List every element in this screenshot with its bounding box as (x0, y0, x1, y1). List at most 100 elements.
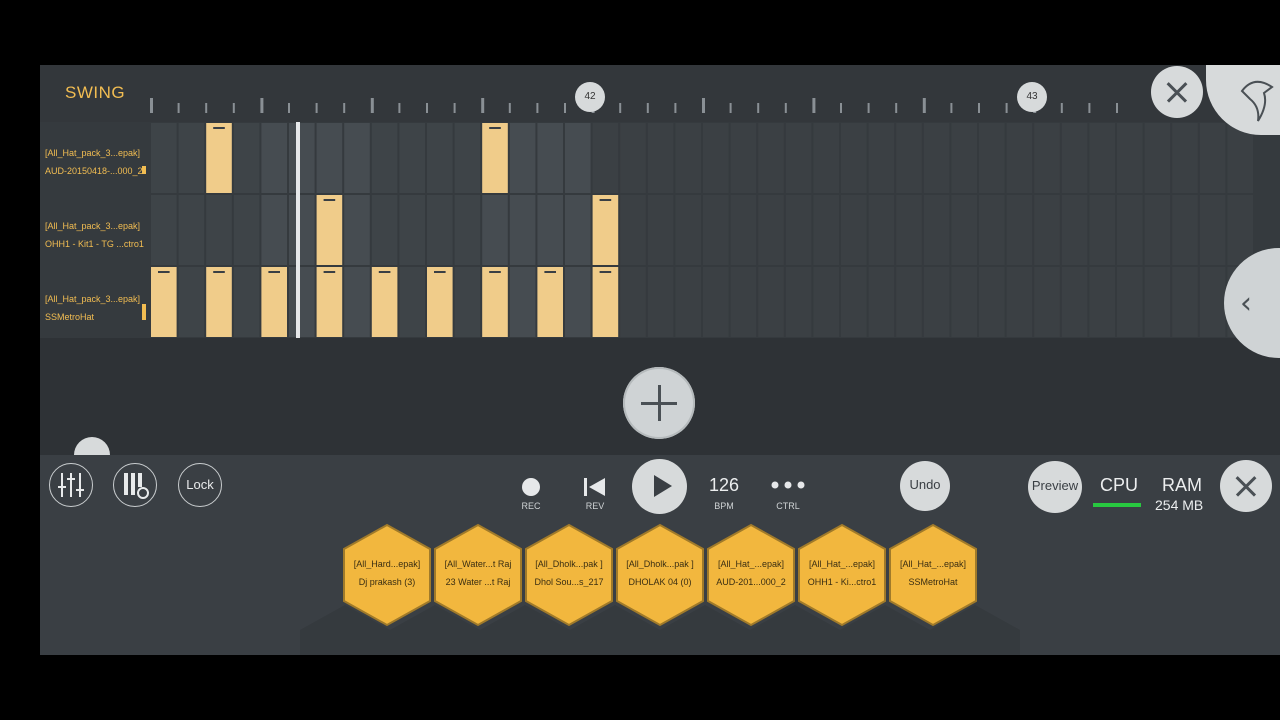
step-cell (675, 267, 701, 337)
step-cell (1172, 195, 1198, 265)
pad-hexagon (343, 523, 431, 627)
ruler-tick (370, 98, 374, 113)
sample-pad[interactable]: [All_Hat_...epak] AUD-201...000_2 (705, 523, 797, 627)
lock-button[interactable]: Lock (178, 463, 222, 507)
ruler-tick (729, 103, 732, 113)
step-cell (647, 195, 674, 265)
ruler-tick (536, 103, 539, 113)
ruler-tick (288, 103, 290, 113)
ruler-tick (1116, 103, 1118, 113)
record-icon[interactable] (520, 476, 542, 498)
step-cell (1144, 195, 1171, 265)
close-sequencer-button[interactable] (1151, 66, 1203, 118)
step-cell (233, 195, 260, 265)
step-cell (868, 267, 895, 337)
step-cell (1006, 123, 1033, 193)
step-cell (178, 267, 205, 337)
active-step (592, 195, 619, 265)
step-cell (454, 123, 481, 193)
step-cell (261, 195, 287, 265)
step-cell (1089, 123, 1115, 193)
step-marker (158, 271, 170, 273)
bpm-label: BPM (714, 501, 734, 511)
active-step (261, 267, 287, 337)
step-cell (841, 267, 867, 337)
active-step (316, 195, 343, 265)
sample-pad[interactable]: [All_Dholk...pak ] Dhol Sou...s_217 (523, 523, 615, 627)
timeline-ruler[interactable] (40, 65, 1280, 122)
add-channel-button[interactable] (623, 367, 695, 439)
ram-value: 254 MB (1155, 497, 1204, 513)
step-cell (979, 195, 1005, 265)
ruler-tick (1060, 103, 1063, 113)
piano-settings-button[interactable] (113, 463, 157, 507)
channel-sample-name: OHH1 - Kit1 - TG ...ctro1 (45, 239, 144, 249)
channel-label-1[interactable]: [All_Hat_pack_3...epak] AUD-20150418-...… (40, 122, 148, 192)
ruler-tick (508, 103, 511, 113)
ruler-tick (702, 98, 705, 113)
step-cell (896, 123, 922, 193)
ruler-tick (619, 103, 622, 113)
channel-label-2[interactable]: [All_Hat_pack_3...epak] OHH1 - Kit1 - TG… (40, 195, 148, 265)
preview-button[interactable]: Preview (1028, 461, 1082, 513)
step-cell (206, 195, 232, 265)
step-cell (979, 267, 1005, 337)
step-cell (730, 195, 757, 265)
pad-pack-name: [All_Hat_...epak] (717, 559, 785, 569)
channel-volume-meter[interactable] (142, 304, 146, 320)
step-grid[interactable] (40, 122, 1280, 338)
step-cell (1034, 195, 1060, 265)
step-cell (509, 267, 536, 337)
close-panel-button[interactable] (1220, 460, 1272, 512)
step-cell (868, 195, 895, 265)
step-cell (537, 195, 563, 265)
ruler-tick (453, 103, 456, 113)
ruler-tick (177, 103, 180, 113)
ruler-tick (150, 98, 153, 113)
ruler-tick (481, 98, 485, 113)
step-cell (151, 123, 177, 193)
channel-volume-meter[interactable] (142, 166, 146, 174)
mixer-button[interactable] (49, 463, 93, 507)
sample-pad[interactable]: [All_Hat_...epak] OHH1 - Ki...ctro1 (796, 523, 888, 627)
ruler-tick (784, 103, 787, 113)
ctrl-dots-icon[interactable] (770, 479, 806, 491)
playhead[interactable] (296, 122, 300, 338)
pad-sample-name: OHH1 - Ki...ctro1 (807, 577, 877, 587)
pad-hexagon (434, 523, 522, 627)
step-cell (758, 123, 784, 193)
ruler-tick (315, 103, 318, 113)
step-cell (923, 195, 950, 265)
sample-pad[interactable]: [All_Hard...epak] Dj prakash (3) (341, 523, 433, 627)
active-step (206, 267, 232, 337)
bpm-value[interactable]: 126 (704, 475, 744, 496)
bar-marker-43[interactable]: 43 (1017, 82, 1047, 112)
step-cell (813, 267, 839, 337)
step-cell (289, 123, 315, 193)
sample-pad[interactable]: [All_Dholk...pak ] DHOLAK 04 (0) (614, 523, 706, 627)
step-cell (289, 267, 315, 337)
channel-label-3[interactable]: [All_Hat_pack_3...epak] SSMetroHat (40, 268, 148, 338)
active-step (427, 267, 453, 337)
ruler-tick (895, 103, 898, 113)
undo-button[interactable]: Undo (900, 461, 950, 511)
bar-marker-42[interactable]: 42 (575, 82, 605, 112)
sample-pad[interactable]: [All_Water...t Raj 23 Water ...t Raj (432, 523, 524, 627)
step-cell (647, 267, 674, 337)
step-cell (344, 195, 370, 265)
step-cell (1006, 195, 1033, 265)
fl-logo-icon (1240, 80, 1274, 122)
step-cell (703, 195, 729, 265)
ctrl-label: CTRL (776, 501, 800, 511)
step-cell (785, 123, 812, 193)
step-cell (703, 123, 729, 193)
sample-pad[interactable]: [All_Hat_...epak] SSMetroHat (887, 523, 979, 627)
step-cell (1144, 123, 1171, 193)
pad-pack-name: [All_Hat_...epak] (899, 559, 967, 569)
step-cell (178, 123, 205, 193)
ruler-tick (398, 103, 401, 113)
rewind-icon[interactable] (583, 476, 607, 498)
play-button[interactable] (632, 459, 687, 514)
step-cell (1089, 195, 1115, 265)
pad-sample-name: 23 Water ...t Raj (445, 577, 511, 587)
